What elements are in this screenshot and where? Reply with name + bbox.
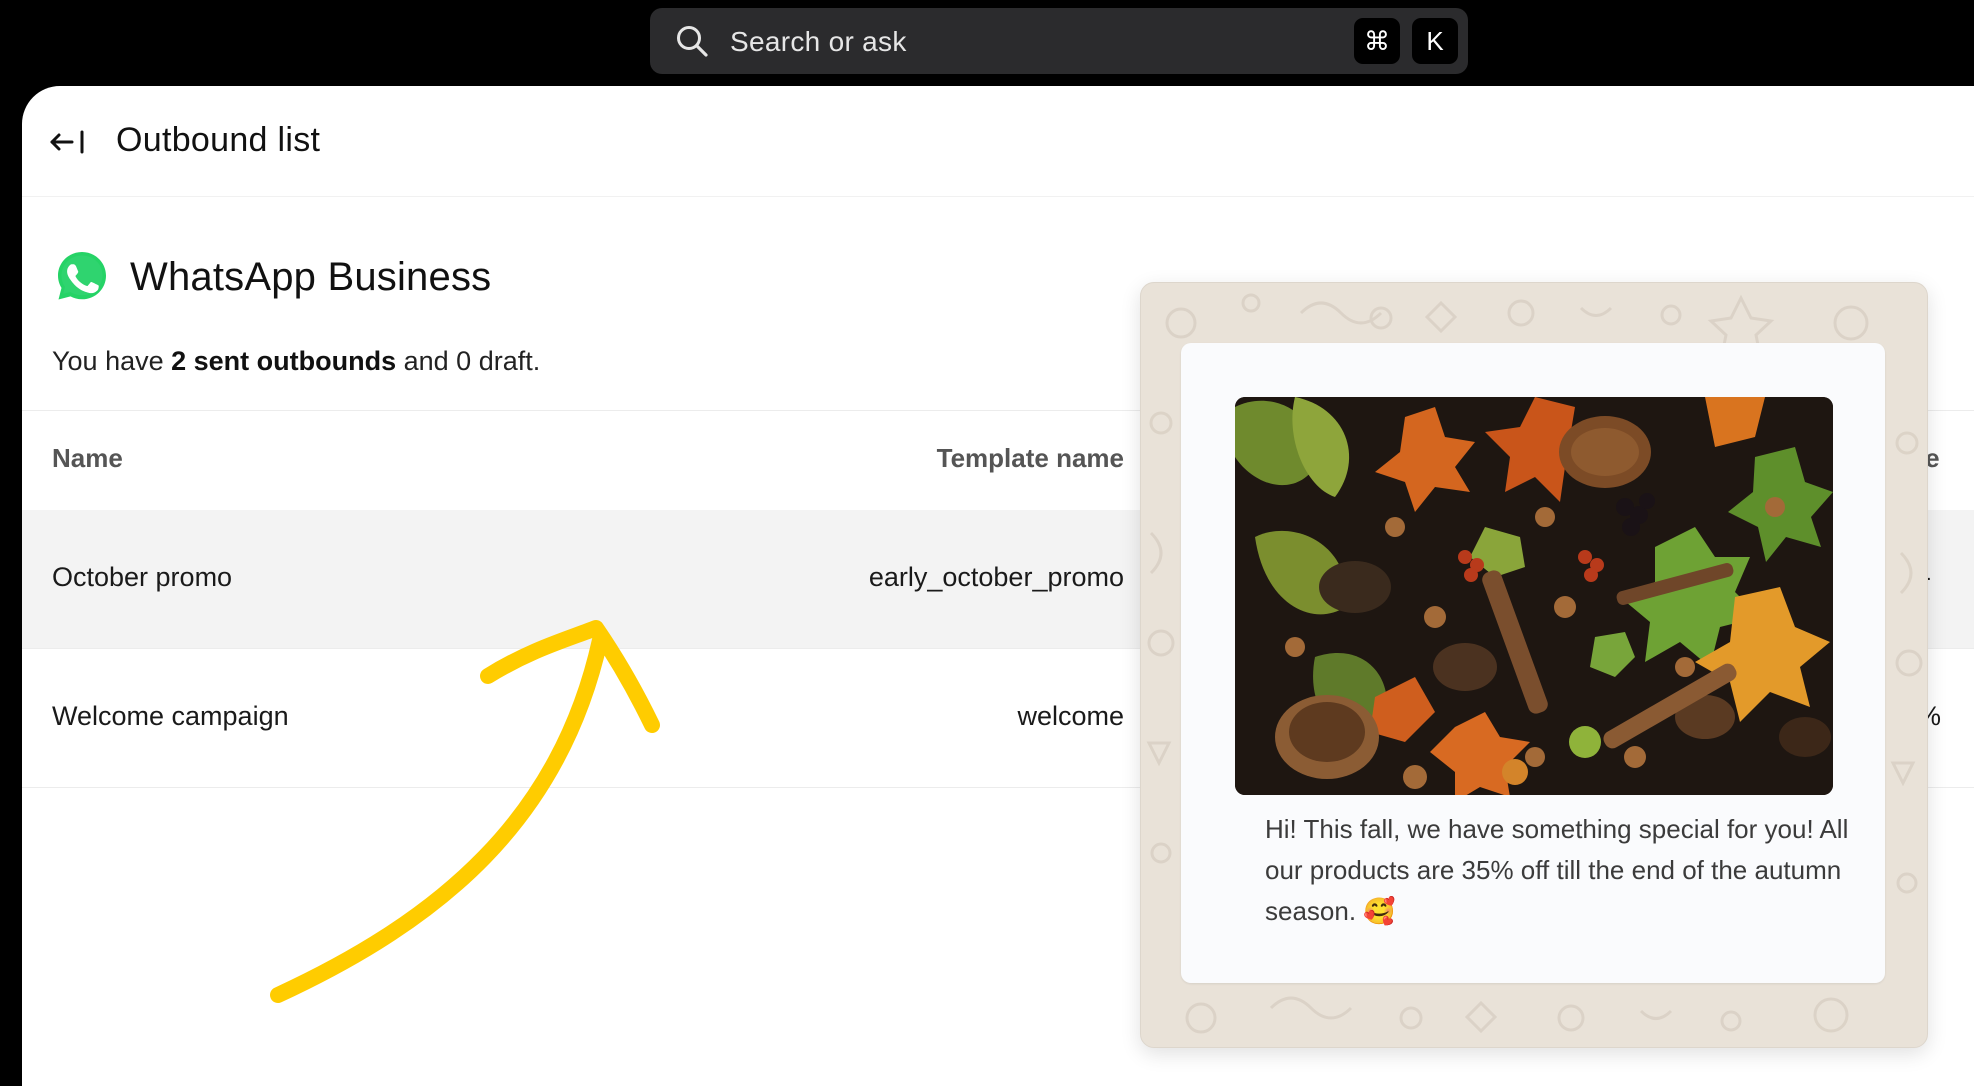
column-header-name[interactable]: Name	[52, 442, 123, 474]
whatsapp-logo-icon	[58, 252, 106, 300]
shortcut-cmd-key: ⌘	[1354, 18, 1400, 64]
message-text: Hi! This fall, we have something special…	[1265, 814, 1849, 926]
app-window: Outbound list WhatsApp Business You have…	[22, 86, 1974, 1086]
message-bubble: Hi! This fall, we have something special…	[1181, 343, 1885, 983]
row-template: early_october_promo	[868, 562, 1124, 592]
page-title: Outbound list	[116, 121, 321, 159]
channel-name: WhatsApp Business	[130, 255, 492, 299]
row-name: October promo	[52, 562, 233, 592]
shortcut-k-key: K	[1412, 18, 1458, 64]
page-header: Outbound list	[22, 86, 1974, 197]
outbound-summary: You have 2 sent outbounds and 0 draft.	[52, 344, 540, 378]
column-header-template-name[interactable]: Template name	[898, 442, 1124, 474]
top-bar: Search or ask ⌘ K	[0, 0, 1974, 86]
row-name: Welcome campaign	[52, 701, 289, 731]
search-bar[interactable]: Search or ask ⌘ K	[650, 8, 1468, 74]
message-image	[1235, 397, 1833, 795]
autumn-leaves-image	[1235, 397, 1833, 795]
template-preview-popover: Hi! This fall, we have something special…	[1140, 282, 1928, 1048]
summary-suffix: and 0 draft.	[396, 346, 541, 376]
summary-sent-count: 2 sent outbounds	[171, 346, 397, 376]
search-placeholder: Search or ask	[730, 26, 907, 57]
summary-prefix: You have	[52, 346, 172, 376]
search-icon	[677, 26, 708, 57]
row-template: welcome	[1017, 701, 1124, 731]
back-arrow-icon[interactable]	[48, 120, 92, 164]
